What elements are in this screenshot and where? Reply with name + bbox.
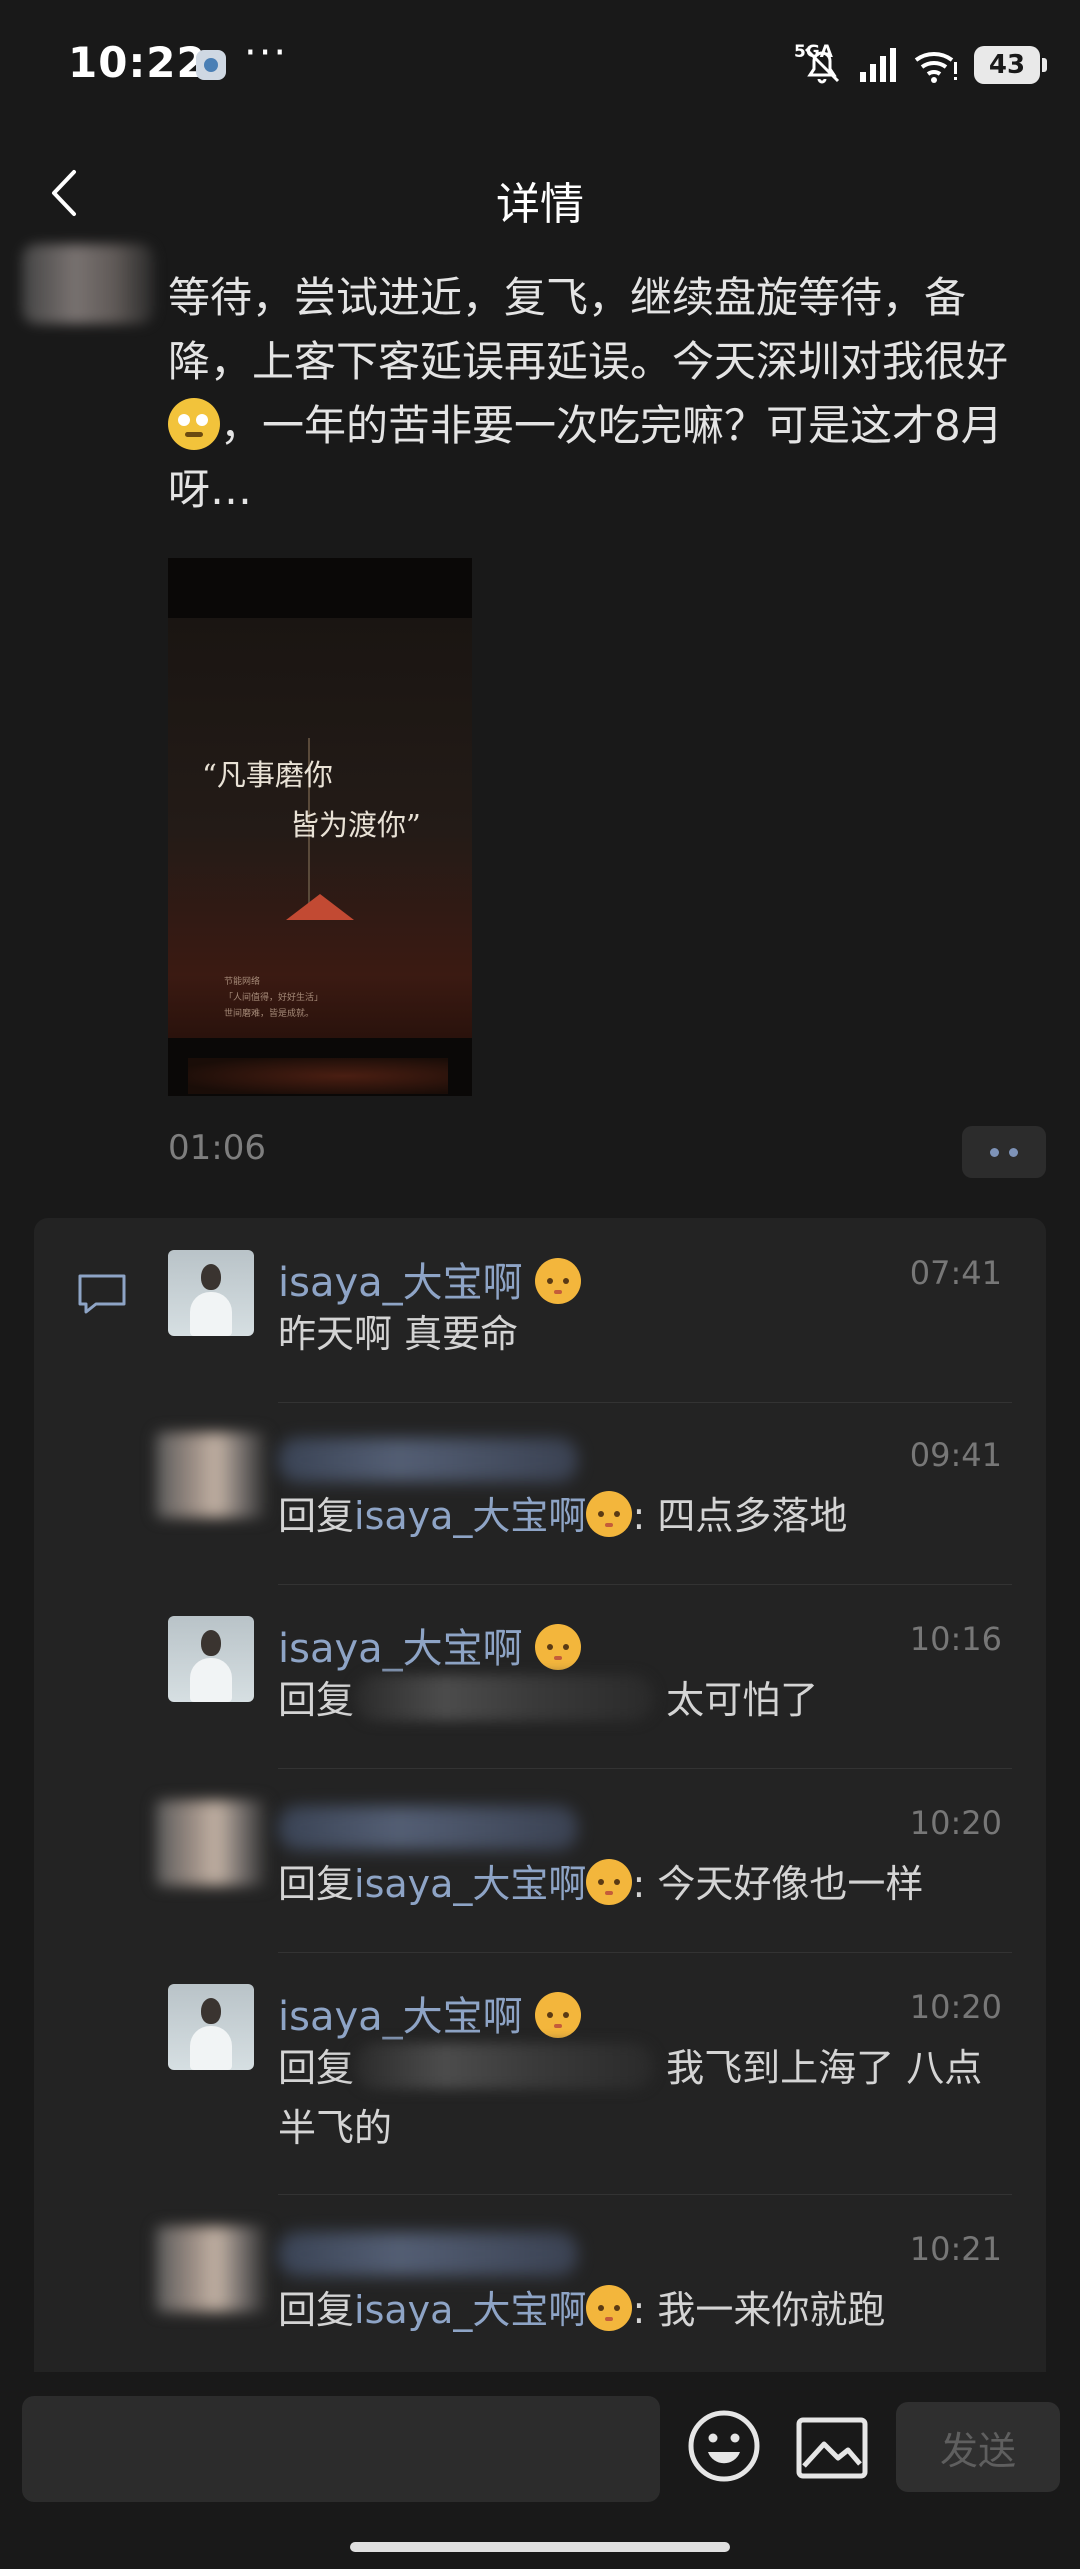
comment-divider — [278, 2194, 1012, 2195]
video-thumbnail[interactable]: “凡事磨你 皆为渡你” 节能网络 「人间值得，好好生活」 世间磨难，皆是成就。 — [168, 558, 472, 1096]
navigation-bar: 详情 — [0, 130, 1080, 256]
image-button[interactable] — [794, 2410, 870, 2486]
comment-text: 回复 太可怕了 — [278, 1670, 1006, 1730]
commenter-name-redacted[interactable] — [278, 2232, 578, 2276]
commenter-avatar[interactable] — [168, 1616, 254, 1702]
video-caption-line-3: 世间磨难，皆是成就。 — [224, 1009, 315, 1019]
status-bar: 10:22 ··· 5GA 43 — [0, 0, 1080, 130]
wifi-icon — [914, 52, 957, 83]
comment-time: 10:20 — [909, 1988, 1002, 2026]
commenter-avatar[interactable] — [156, 2226, 266, 2312]
mention-name[interactable]: isaya_大宝啊 — [354, 1862, 586, 1906]
comment-divider — [278, 1584, 1012, 1585]
video-caption-line-1: 节能网络 — [224, 977, 261, 987]
comment-time: 10:21 — [909, 2230, 1002, 2268]
commenter-avatar[interactable] — [156, 1432, 266, 1518]
status-icons: 5GA 43 — [794, 40, 1047, 90]
baby-emoji-icon — [535, 1624, 582, 1670]
page-title: 详情 — [496, 179, 584, 230]
rolling-eyes-emoji-icon — [168, 398, 220, 450]
send-button[interactable]: 发送 — [896, 2402, 1060, 2492]
video-scene: “凡事磨你 皆为渡你” 节能网络 「人间值得，好好生活」 世间磨难，皆是成就。 — [168, 618, 472, 1094]
comment-time: 10:16 — [909, 1620, 1002, 1658]
comment-divider — [278, 1402, 1012, 1403]
commenter-name[interactable]: isaya_大宝啊 — [278, 1250, 582, 1308]
comment-item[interactable]: isaya_大宝啊 07:41 昨天啊 真要命 — [34, 1250, 1046, 1430]
emoji-button[interactable] — [686, 2408, 762, 2484]
comment-text: 回复isaya_大宝啊: 我一来你就跑 — [278, 2280, 1006, 2340]
moment-detail-screen: 10:22 ··· 5GA 43 详情 等待，尝试进近，复飞，继续盘旋等待，备降… — [0, 0, 1080, 2569]
comment-item[interactable]: isaya_大宝啊 10:20 回复 我飞到上海了 八点半飞的 — [34, 1984, 1046, 2204]
video-quote-line-1: “凡事磨你 — [202, 758, 333, 792]
video-quote-line-2: 皆为渡你” — [290, 808, 421, 842]
comment-divider — [278, 1768, 1012, 1769]
commenter-name-redacted[interactable] — [278, 1806, 578, 1850]
mention-name[interactable]: isaya_大宝啊 — [354, 1494, 586, 1538]
post-author-avatar[interactable] — [22, 244, 154, 324]
more-actions-button[interactable] — [962, 1126, 1046, 1178]
comment-input[interactable] — [22, 2396, 660, 2502]
comments-panel: isaya_大宝啊 07:41 昨天啊 真要命 09:41 回复isaya_大宝… — [34, 1218, 1046, 2569]
commenter-avatar[interactable] — [156, 1800, 266, 1886]
baby-emoji-icon — [586, 1859, 633, 1905]
comment-item[interactable]: isaya_大宝啊 10:16 回复 太可怕了 — [34, 1616, 1046, 1796]
mention-name[interactable]: isaya_大宝啊 — [354, 2288, 586, 2332]
post-time: 01:06 — [168, 1128, 266, 1168]
comment-time: 07:41 — [909, 1254, 1002, 1292]
comment-text: 回复isaya_大宝啊: 四点多落地 — [278, 1486, 1006, 1546]
commenter-avatar[interactable] — [168, 1250, 254, 1336]
video-caption: 节能网络 「人间值得，好好生活」 世间磨难，皆是成就。 — [224, 974, 323, 1022]
commenter-name[interactable]: isaya_大宝啊 — [278, 1616, 582, 1674]
signal-icon — [860, 48, 896, 82]
comment-time: 10:20 — [909, 1804, 1002, 1842]
baby-emoji-icon — [586, 2285, 633, 2331]
comment-text: 回复isaya_大宝啊: 今天好像也一样 — [278, 1854, 1006, 1914]
redacted-mention — [354, 2043, 655, 2089]
commenter-name[interactable]: isaya_大宝啊 — [278, 1984, 582, 2042]
post-text-part-1: 等待，尝试进近，复飞，继续盘旋等待，备降，上客下客延误再延误。今天深圳对我很好 — [168, 273, 1009, 386]
comment-divider — [278, 1952, 1012, 1953]
home-indicator[interactable] — [350, 2542, 730, 2552]
commenter-avatar[interactable] — [168, 1984, 254, 2070]
video-quote: “凡事磨你 皆为渡你” — [202, 750, 421, 850]
commenter-name-redacted[interactable] — [278, 1438, 578, 1482]
battery-indicator: 43 — [974, 46, 1047, 84]
post-text-part-2: ，一年的苦非要一次吃完嘛？可是这才8月呀… — [168, 401, 1003, 514]
lamp-shade — [286, 894, 354, 920]
comment-text: 回复 我飞到上海了 八点半飞的 — [278, 2038, 1006, 2158]
comment-text: 昨天啊 真要命 — [278, 1312, 519, 1356]
dot-icon — [990, 1147, 999, 1157]
video-table — [188, 1058, 448, 1094]
more-notifications-icon: ··· — [244, 30, 289, 76]
post-text: 等待，尝试进近，复飞，继续盘旋等待，备降，上客下客延误再延误。今天深圳对我很好 ，… — [168, 266, 1048, 522]
comment-input-bar: 发送 — [0, 2372, 1080, 2569]
baby-emoji-icon — [535, 1992, 582, 2038]
baby-emoji-icon — [586, 1491, 633, 1537]
comment-item[interactable]: 10:20 回复isaya_大宝啊: 今天好像也一样 — [34, 1800, 1046, 1980]
comment-time: 09:41 — [909, 1436, 1002, 1474]
video-caption-line-2: 「人间值得，好好生活」 — [224, 993, 324, 1003]
baby-emoji-icon — [535, 1258, 582, 1304]
dot-icon — [1009, 1147, 1018, 1157]
comment-item[interactable]: 09:41 回复isaya_大宝啊: 四点多落地 — [34, 1432, 1046, 1612]
status-time: 10:22 — [68, 38, 207, 87]
redacted-mention — [354, 1675, 655, 1721]
network-type-label: 5GA — [794, 42, 833, 62]
app-notification-icon — [196, 50, 226, 80]
